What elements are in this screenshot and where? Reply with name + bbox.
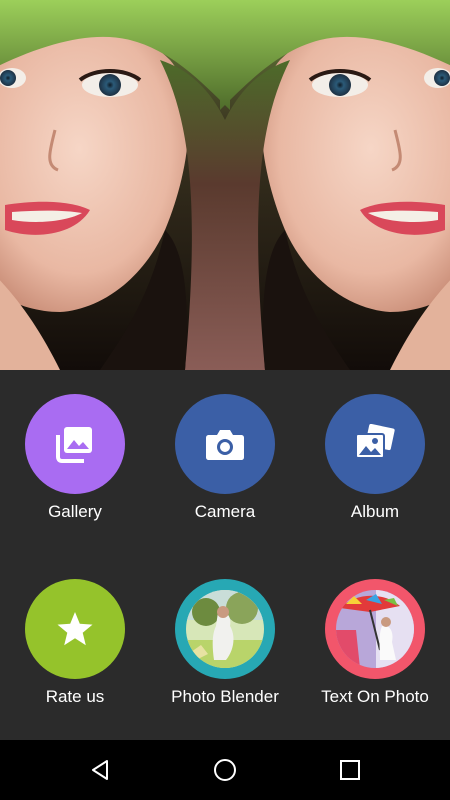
mirror-portrait-image xyxy=(0,0,450,370)
system-navigation-bar xyxy=(0,740,450,800)
back-button[interactable] xyxy=(75,750,125,790)
photo-blender-button[interactable]: Photo Blender xyxy=(150,579,300,729)
photo-blender-label: Photo Blender xyxy=(171,687,279,706)
star-icon xyxy=(57,612,93,646)
photo-blender-circle xyxy=(175,579,275,679)
rate-us-label: Rate us xyxy=(45,687,105,706)
camera-label: Camera xyxy=(194,502,256,521)
album-icon xyxy=(355,424,395,459)
menu-grid: Gallery Camera Album Rate us Photo Blend… xyxy=(0,370,450,740)
text-on-photo-button[interactable]: Text On Photo xyxy=(300,579,450,729)
photo-blender-thumbnail xyxy=(186,590,264,668)
album-label: Album xyxy=(350,502,400,521)
camera-icon xyxy=(206,430,244,460)
camera-circle xyxy=(175,394,275,494)
album-button[interactable]: Album xyxy=(300,394,450,544)
camera-button[interactable]: Camera xyxy=(150,394,300,544)
text-on-photo-thumbnail xyxy=(336,590,414,668)
text-on-photo-circle xyxy=(325,579,425,679)
gallery-button[interactable]: Gallery xyxy=(0,394,150,544)
text-on-photo-label: Text On Photo xyxy=(321,687,429,706)
recents-icon xyxy=(340,760,360,780)
rate-us-circle xyxy=(25,579,125,679)
home-icon xyxy=(214,759,236,781)
hero-mirror-photo xyxy=(0,0,450,370)
gallery-label: Gallery xyxy=(48,502,102,521)
rate-us-button[interactable]: Rate us xyxy=(0,579,150,729)
recents-button[interactable] xyxy=(325,750,375,790)
gallery-circle xyxy=(25,394,125,494)
back-icon xyxy=(92,760,108,780)
gallery-icon xyxy=(56,427,92,463)
home-button[interactable] xyxy=(200,750,250,790)
album-circle xyxy=(325,394,425,494)
